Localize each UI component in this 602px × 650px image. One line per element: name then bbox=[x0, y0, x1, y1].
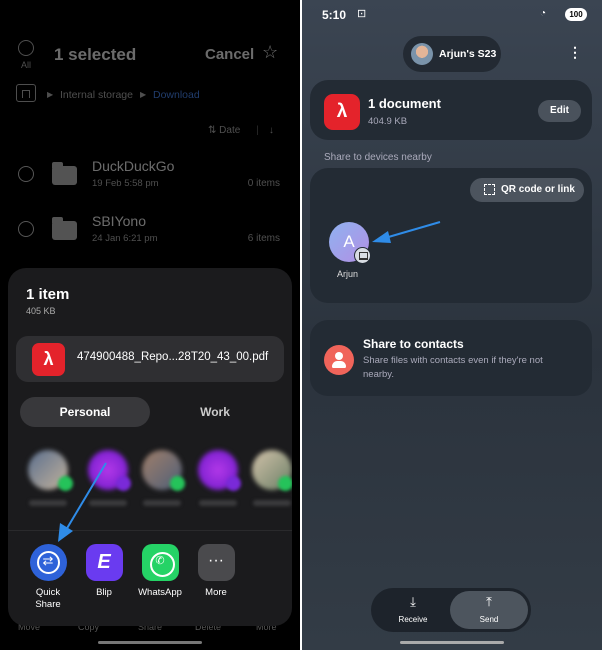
left-panel-files-app: All 1 selected Cancel ☆ ▶ Internal stora… bbox=[0, 0, 300, 650]
annotation-arrow-left bbox=[58, 462, 107, 542]
right-panel-quick-share: 5:10 ⊡ ◔ 100 Arjun's S23 ⋮ λ 1 document … bbox=[302, 0, 602, 650]
annotation-arrow-right bbox=[372, 221, 441, 243]
